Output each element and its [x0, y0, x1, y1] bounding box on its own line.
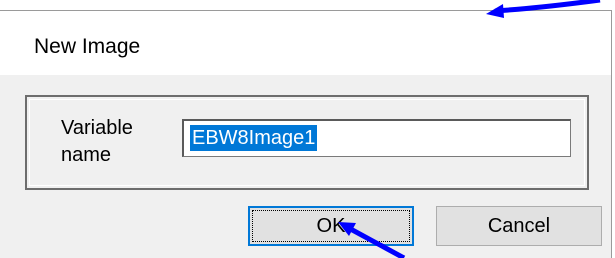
variable-name-input[interactable]: EBW8Image1: [182, 119, 571, 157]
ok-button[interactable]: OK: [248, 206, 414, 246]
new-image-dialog: New Image Variable name EBW8Image1 OK Ca…: [0, 10, 612, 258]
dialog-titlebar: New Image: [0, 11, 611, 75]
cancel-button-label: Cancel: [487, 215, 551, 237]
focus-rectangle: [252, 210, 410, 242]
dialog-title: New Image: [34, 35, 141, 58]
screenshot-stage: New Image Variable name EBW8Image1 OK Ca…: [0, 0, 615, 258]
cancel-button[interactable]: Cancel: [436, 206, 602, 246]
variable-name-label: Variable name: [61, 117, 133, 166]
variable-name-value[interactable]: EBW8Image1: [190, 125, 318, 151]
variable-group-frame: Variable name EBW8Image1: [25, 95, 589, 190]
